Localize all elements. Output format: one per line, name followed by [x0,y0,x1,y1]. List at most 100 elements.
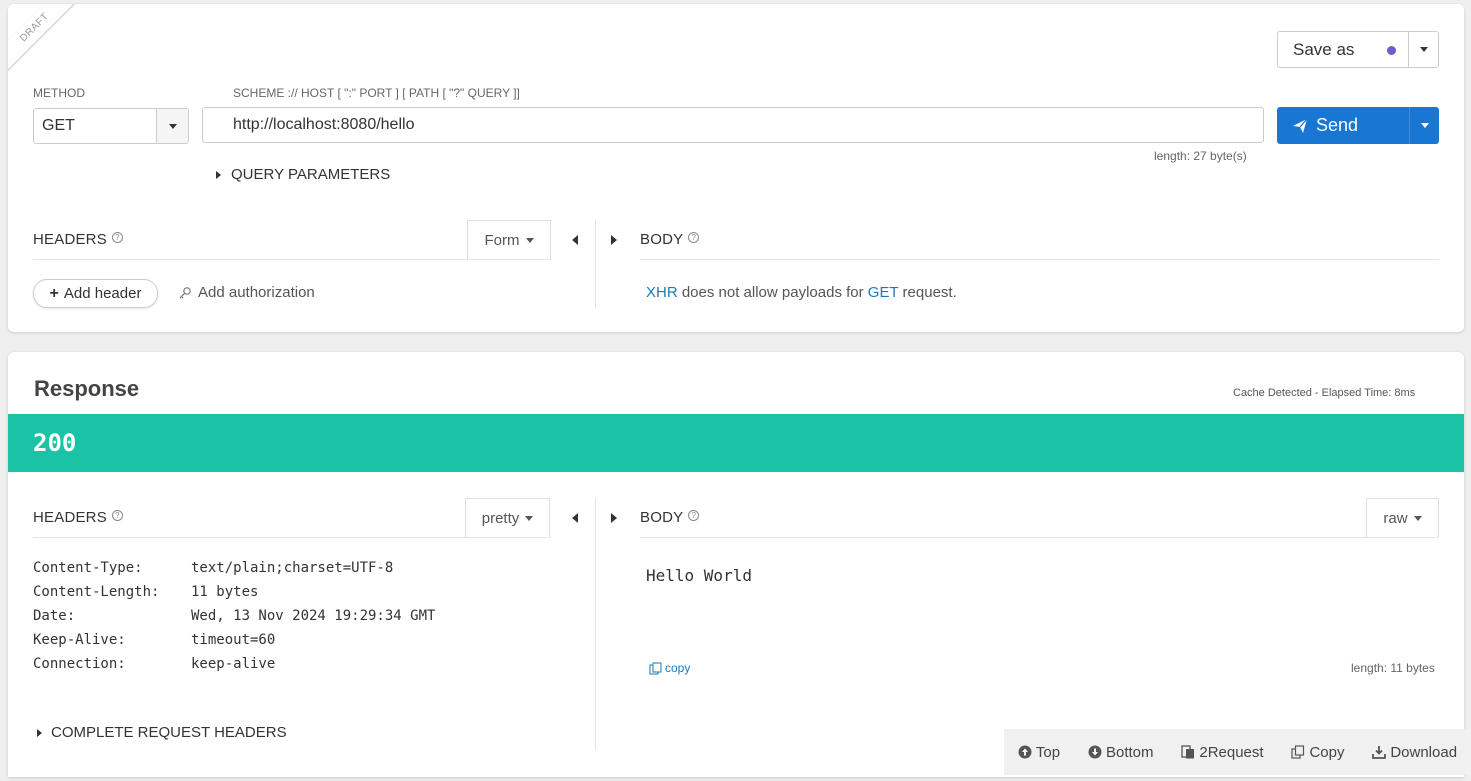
add-authorization-label: Add authorization [198,284,315,301]
response-headers-title: HEADERS? [33,509,123,526]
scroll-bottom-button[interactable]: Bottom [1088,744,1154,761]
header-value: timeout=60 [191,632,276,648]
add-header-label: Add header [63,285,142,302]
method-value: GET [42,117,75,134]
triangle-left-icon [572,235,578,245]
copy-response-button[interactable]: Copy [1291,744,1344,761]
url-input[interactable]: http://localhost:8080/hello [202,107,1264,143]
response-title: Response [34,376,140,401]
chevron-down-icon [1413,516,1422,521]
header-key: Content-Type: [33,560,143,576]
header-row: Content-Length: 11 bytes [33,584,435,600]
copy-icon [1291,745,1305,759]
request-panel: DRAFT Save as METHOD GET SCHEME :// HOST… [8,4,1464,332]
status-code-bar: 200 [8,414,1464,472]
query-parameters-toggle[interactable]: QUERY PARAMETERS [216,166,390,183]
divider [640,259,1439,260]
triangle-right-icon [611,235,617,245]
request-headers-title-text: HEADERS [33,231,107,248]
header-key: Date: [33,608,76,624]
header-value: Wed, 13 Nov 2024 19:29:34 GMT [191,608,436,624]
response-body-content: Hello World [646,566,752,585]
url-format-label: SCHEME :// HOST [ ":" PORT ] [ PATH [ "?… [233,86,520,100]
header-row: Keep-Alive: timeout=60 [33,632,435,648]
expand-right-icon [216,170,221,179]
download-button[interactable]: Download [1372,744,1457,761]
arrow-down-circle-icon [1088,745,1102,759]
method-label: METHOD [33,86,85,100]
response-length-text: length: 11 bytes [1351,661,1435,675]
header-row: Date: Wed, 13 Nov 2024 19:29:34 GMT [33,608,435,624]
body-message-text: does not allow payloads for [677,284,868,301]
to-request-button[interactable]: 2Request [1181,743,1264,761]
header-row: Content-Type: text/plain;charset=UTF-8 [33,560,435,576]
cache-elapsed-text: Cache Detected - Elapsed Time: 8ms [1233,387,1416,399]
chevron-down-icon [1420,123,1429,128]
paper-plane-icon [1293,118,1308,133]
add-authorization-link[interactable]: Add authorization [178,284,315,301]
response-headers-list: Content-Type: text/plain;charset=UTF-8 Co… [33,560,435,672]
url-length-text: length: 27 byte(s) [1154,149,1247,163]
response-headers-mode-select[interactable]: pretty [465,498,550,538]
header-key: Content-Length: [33,584,160,600]
response-headers-title-text: HEADERS [33,509,107,526]
collapse-left-button[interactable] [572,510,578,528]
response-body-title-text: BODY [640,509,684,526]
header-row: Connection: keep-alive [33,656,435,672]
complete-request-headers-toggle[interactable]: COMPLETE REQUEST HEADERS [37,724,287,741]
divider [640,537,1439,538]
header-value: 11 bytes [191,584,259,600]
bottom-label: Bottom [1105,743,1154,761]
chevron-down-icon [168,123,177,129]
method-dropdown-toggle[interactable] [156,109,188,143]
send-button[interactable]: Send [1277,107,1409,144]
triangle-right-icon [611,513,617,523]
chevron-down-icon [525,516,534,521]
scroll-top-button[interactable]: Top [1018,744,1060,761]
response-body-mode-select[interactable]: raw [1366,498,1439,538]
copy-icon [649,662,662,674]
save-as-label: Save as [1293,39,1355,59]
download-label: Download [1390,743,1458,761]
top-label: Top [1035,743,1061,761]
status-code: 200 [33,429,77,457]
help-icon[interactable]: ? [111,510,123,521]
copy-body-link[interactable]: copy [649,661,690,675]
request-body-title-text: BODY [640,231,684,248]
divider [33,259,551,260]
header-value: text/plain;charset=UTF-8 [191,560,394,576]
send-button-group: Send [1277,107,1439,144]
plus-icon: + [49,284,59,302]
query-parameters-label: QUERY PARAMETERS [231,166,391,183]
help-icon[interactable]: ? [688,232,700,243]
get-link[interactable]: GET [868,284,899,301]
complete-request-headers-label: COMPLETE REQUEST HEADERS [51,724,287,741]
request-body-title: BODY? [640,231,700,248]
send-dropdown-button[interactable] [1409,107,1439,144]
save-as-button-group: Save as [1277,31,1439,68]
copy-label: copy [665,661,691,675]
collapse-right-button[interactable] [611,510,617,528]
download-icon [1372,746,1387,759]
save-as-dropdown-button[interactable] [1408,32,1438,67]
response-body-mode-value: raw [1383,510,1408,527]
vertical-divider [595,220,596,308]
collapse-right-button[interactable] [611,232,617,250]
add-header-button[interactable]: + Add header [33,279,158,308]
method-select[interactable]: GET [33,108,189,144]
help-icon[interactable]: ? [688,510,700,521]
xhr-link[interactable]: XHR [646,284,678,301]
to-request-label: 2Request [1199,743,1264,761]
chevron-down-icon [525,238,534,243]
headers-mode-select[interactable]: Form [467,220,551,260]
collapse-left-button[interactable] [572,232,578,250]
response-headers-mode-value: pretty [481,510,520,527]
arrow-up-circle-icon [1018,745,1032,759]
help-icon[interactable]: ? [111,232,123,243]
response-body-title: BODY? [640,509,700,526]
header-value: keep-alive [191,656,276,672]
key-icon [179,286,191,298]
copy-label: Copy [1309,743,1345,761]
save-as-button[interactable]: Save as [1278,32,1408,67]
triangle-left-icon [572,513,578,523]
